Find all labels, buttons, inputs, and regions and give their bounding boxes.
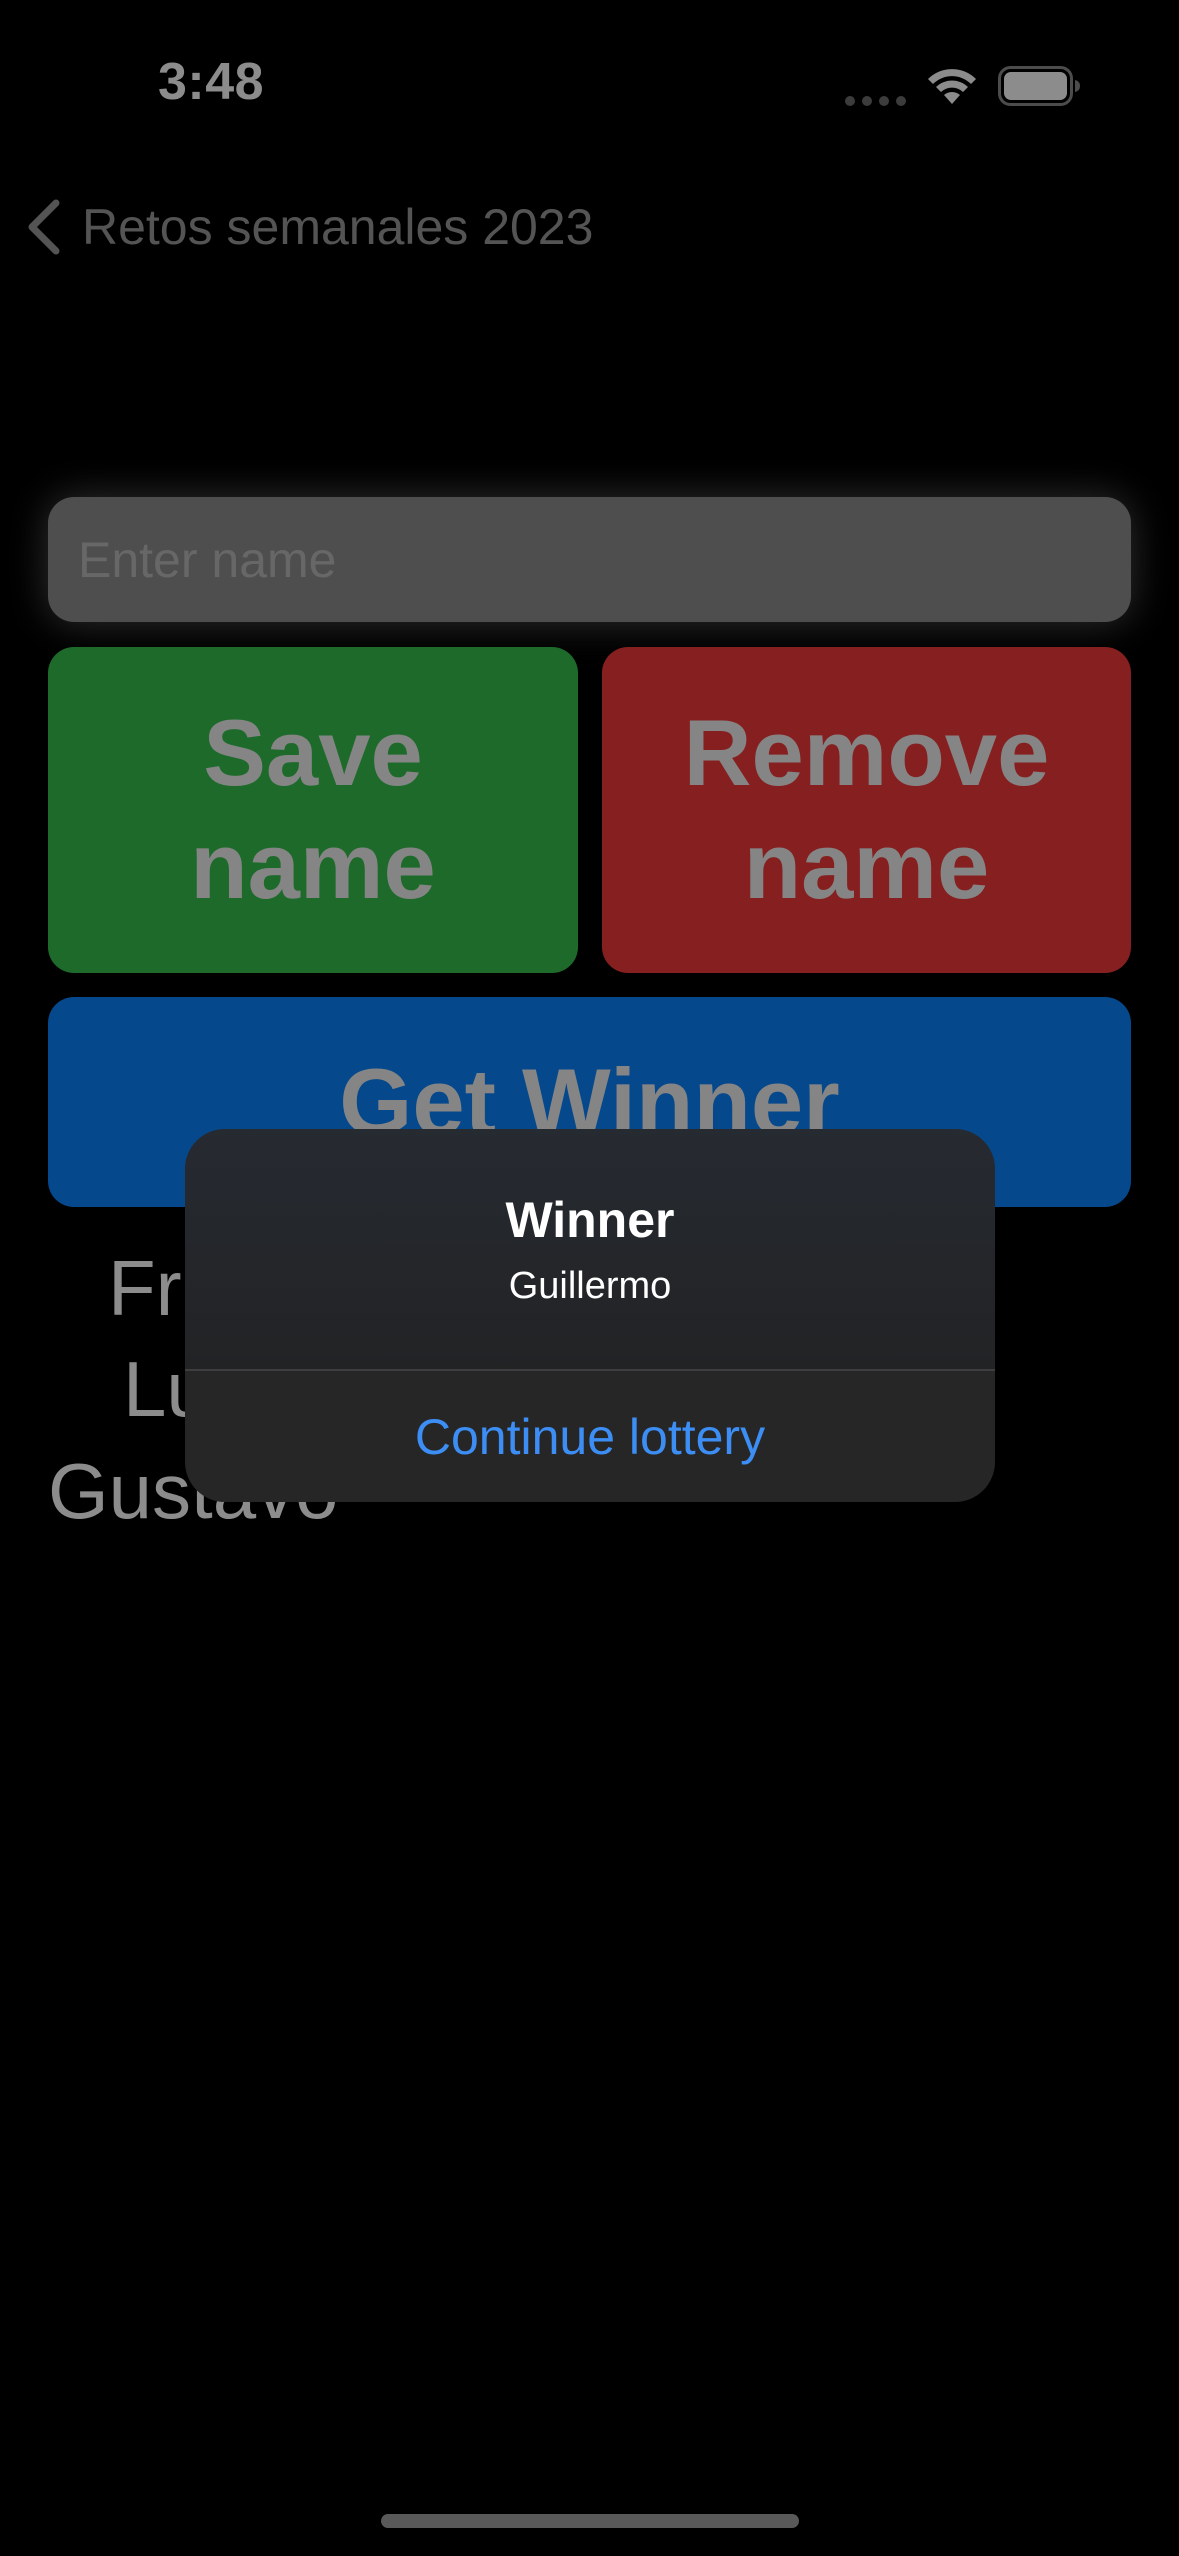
alert-message: Guillermo bbox=[508, 1265, 672, 1307]
alert-body: Winner Guillermo bbox=[185, 1129, 995, 1369]
winner-alert: Winner Guillermo Continue lottery bbox=[185, 1129, 995, 1502]
home-indicator[interactable] bbox=[381, 2514, 799, 2528]
continue-lottery-button[interactable]: Continue lottery bbox=[185, 1371, 995, 1502]
alert-title: Winner bbox=[505, 1192, 675, 1248]
